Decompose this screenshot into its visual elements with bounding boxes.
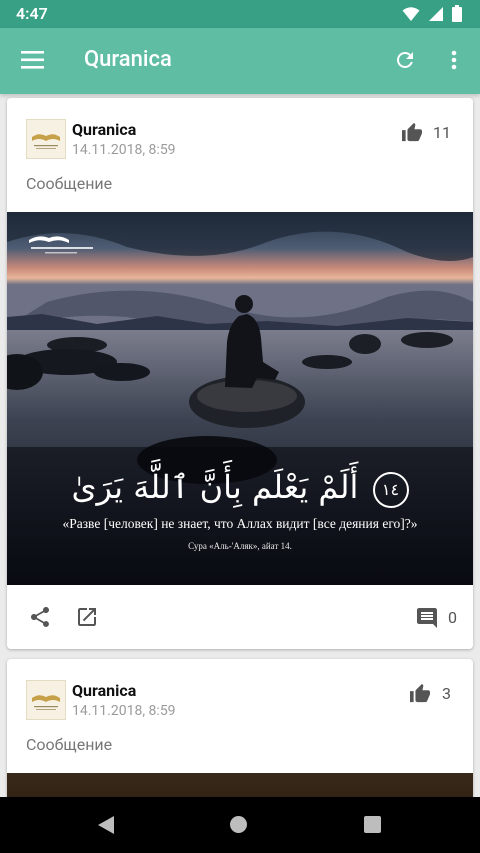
author-logo — [26, 119, 66, 159]
post-image[interactable] — [7, 773, 473, 797]
post-message: Сообщение — [26, 174, 113, 193]
post-card[interactable]: Quranica 14.11.2018, 8:59 3 Сообщение — [7, 659, 473, 797]
like-count: 11 — [433, 123, 451, 142]
book-logo-icon — [32, 695, 60, 710]
wifi-icon — [402, 6, 420, 21]
signal-icon — [429, 6, 443, 21]
refresh-icon[interactable] — [393, 48, 417, 72]
app-toolbar: Quranica — [0, 28, 480, 94]
post-card[interactable]: Quranica 14.11.2018, 8:59 11 Сообщение أ… — [7, 98, 473, 649]
post-image[interactable]: أَلَمْ يَعْلَم بِأَنَّ ٱللَّهَ يَرَىٰ ١٤… — [7, 212, 473, 585]
recents-icon[interactable] — [364, 816, 381, 833]
arabic-verse: أَلَمْ يَعْلَم بِأَنَّ ٱللَّهَ يَرَىٰ ١٤ — [7, 467, 473, 508]
menu-icon[interactable] — [21, 50, 45, 70]
comment-icon[interactable] — [415, 606, 439, 630]
status-time: 4:47 — [16, 4, 48, 23]
share-icon[interactable] — [28, 605, 52, 629]
home-icon[interactable] — [230, 816, 247, 833]
thumb-up-icon[interactable] — [401, 122, 423, 142]
status-bar: 4:47 — [0, 0, 480, 28]
post-message: Сообщение — [26, 735, 113, 754]
author-logo — [26, 680, 66, 720]
post-author[interactable]: Quranica — [72, 681, 136, 700]
system-nav-bar — [0, 797, 480, 853]
book-logo-icon — [32, 134, 60, 149]
more-vert-icon[interactable] — [446, 48, 462, 72]
post-author[interactable]: Quranica — [72, 120, 136, 139]
comment-count: 0 — [448, 608, 457, 627]
post-date: 14.11.2018, 8:59 — [72, 703, 176, 719]
post-actions: 0 — [7, 585, 473, 649]
post-date: 14.11.2018, 8:59 — [72, 142, 176, 158]
like-count: 3 — [442, 684, 451, 703]
back-icon[interactable] — [96, 814, 116, 836]
open-external-icon[interactable] — [75, 605, 99, 629]
post-feed[interactable]: Quranica 14.11.2018, 8:59 11 Сообщение أ… — [0, 94, 480, 797]
arabic-text: أَلَمْ يَعْلَم بِأَنَّ ٱللَّهَ يَرَىٰ — [71, 468, 359, 506]
app-title: Quranica — [84, 47, 172, 72]
verse-translation: «Разве [человек] не знает, что Аллах вид… — [62, 515, 418, 531]
battery-icon — [452, 5, 462, 22]
quran-verse: أَلَمْ يَعْلَم بِأَنَّ ٱللَّهَ يَرَىٰ ١٤… — [7, 467, 473, 551]
status-icons — [402, 5, 462, 22]
verse-citation: Сура «Аль-'Аляк», айат 14. — [188, 540, 292, 551]
thumb-up-icon[interactable] — [409, 683, 431, 703]
ayah-number: ١٤ — [372, 471, 409, 508]
